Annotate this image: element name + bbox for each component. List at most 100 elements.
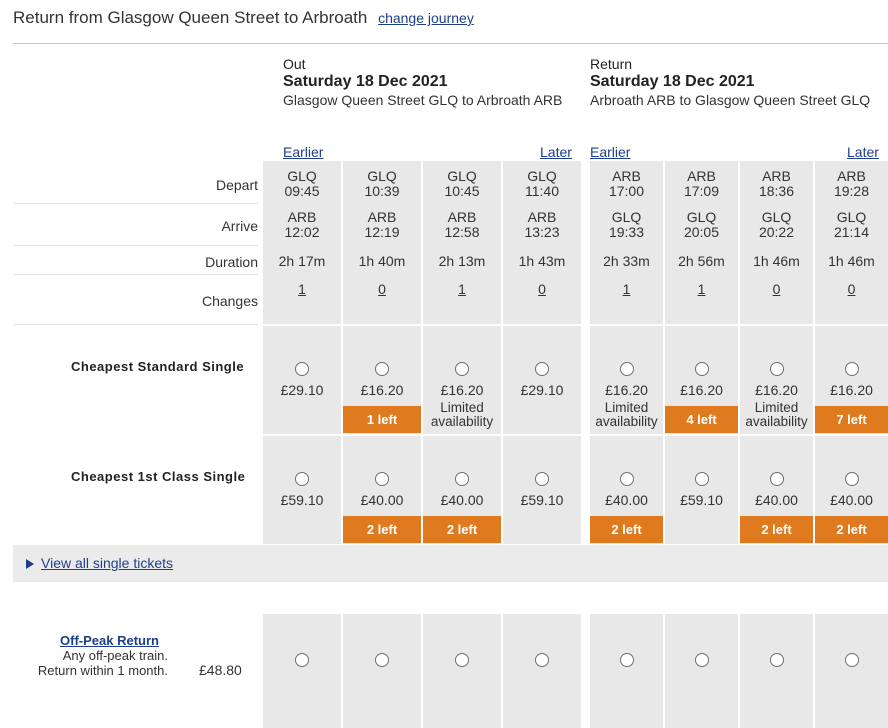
return-fare-cell bbox=[263, 614, 341, 728]
return-fare-radio[interactable] bbox=[694, 653, 709, 667]
out-earlier-link[interactable]: Earlier bbox=[283, 144, 323, 160]
depart-station: GLQ bbox=[287, 168, 317, 184]
standard-fare-radio[interactable] bbox=[535, 362, 549, 376]
header-divider bbox=[13, 43, 888, 44]
changes-link[interactable]: 0 bbox=[740, 282, 813, 297]
duration-value: 1h 40m bbox=[358, 253, 406, 269]
return-fare-name[interactable]: Off-Peak Return bbox=[60, 633, 159, 648]
changes-count[interactable]: 1 bbox=[623, 281, 631, 297]
changes-count[interactable]: 1 bbox=[698, 281, 706, 297]
first-fare-price: £40.00 bbox=[755, 492, 798, 508]
standard-fare-radio[interactable] bbox=[295, 362, 309, 376]
return-journey-header: Return Saturday 18 Dec 2021 Arbroath ARB… bbox=[590, 55, 870, 109]
return-fare-cell bbox=[590, 614, 663, 728]
return-date: Saturday 18 Dec 2021 bbox=[590, 73, 755, 90]
depart-time: 17:00 bbox=[608, 183, 645, 199]
duration-value: 2h 56m bbox=[678, 253, 725, 269]
standard-fare-price: £16.20 bbox=[605, 382, 648, 398]
arrive-time: 12:58 bbox=[444, 224, 480, 240]
first-fare-radio[interactable] bbox=[295, 472, 309, 486]
change-journey-link[interactable]: change journey bbox=[378, 10, 474, 26]
depart-station: ARB bbox=[837, 168, 866, 184]
first-fare-radio[interactable] bbox=[619, 472, 634, 486]
changes-link[interactable]: 1 bbox=[665, 282, 738, 297]
return-fare-radio[interactable] bbox=[375, 653, 389, 667]
changes-count[interactable]: 1 bbox=[458, 281, 466, 297]
standard-fare-price: £16.20 bbox=[830, 382, 873, 398]
first-fare-radio[interactable] bbox=[769, 472, 784, 486]
standard-fare-price: £16.20 bbox=[680, 382, 723, 398]
depart-station: ARB bbox=[687, 168, 716, 184]
changes-link[interactable]: 1 bbox=[423, 282, 501, 297]
arrive-station: ARB bbox=[367, 209, 397, 225]
standard-fare-radio[interactable] bbox=[455, 362, 469, 376]
fare-label-first: Cheapest 1st Class Single bbox=[71, 469, 246, 484]
standard-fare-price: £16.20 bbox=[755, 382, 798, 398]
return-fare-radio[interactable] bbox=[455, 653, 469, 667]
out-later-link[interactable]: Later bbox=[540, 144, 572, 160]
standard-fare-radio[interactable] bbox=[619, 362, 634, 376]
standard-fare-price: £16.20 bbox=[440, 382, 484, 398]
return-earlier-link[interactable]: Earlier bbox=[590, 144, 630, 160]
seats-left-badge: 4 left bbox=[665, 406, 738, 433]
standard-fare-cell bbox=[263, 326, 341, 434]
first-fare-radio[interactable] bbox=[535, 472, 549, 486]
return-fare-radio[interactable] bbox=[844, 653, 859, 667]
changes-count[interactable]: 0 bbox=[538, 281, 546, 297]
out-route: Glasgow Queen Street GLQ to Arbroath ARB bbox=[283, 92, 563, 108]
first-fare-radio[interactable] bbox=[694, 472, 709, 486]
view-all-link[interactable]: View all single tickets bbox=[41, 555, 173, 571]
return-fare-radio[interactable] bbox=[619, 653, 634, 667]
changes-link[interactable]: 0 bbox=[503, 282, 581, 297]
row-label-duration: Duration bbox=[205, 254, 258, 270]
changes-link[interactable]: 0 bbox=[343, 282, 421, 297]
arrive-time: 13:23 bbox=[524, 224, 560, 240]
return-fare-radio[interactable] bbox=[535, 653, 549, 667]
expand-triangle-icon[interactable] bbox=[26, 559, 34, 569]
standard-fare-radio[interactable] bbox=[375, 362, 389, 376]
seats-left-badge: 1 left bbox=[343, 406, 421, 433]
standard-fare-radio[interactable] bbox=[844, 362, 859, 376]
depart-station: GLQ bbox=[527, 168, 557, 184]
changes-link[interactable]: 0 bbox=[815, 282, 888, 297]
seats-left-badge: 2 left bbox=[343, 516, 421, 543]
fare-label-standard: Cheapest Standard Single bbox=[71, 359, 245, 374]
row-divider bbox=[13, 245, 258, 246]
return-fare-radio[interactable] bbox=[769, 653, 784, 667]
standard-fare-radio[interactable] bbox=[694, 362, 709, 376]
row-divider bbox=[13, 324, 258, 325]
depart-time: 09:45 bbox=[284, 183, 320, 199]
changes-count[interactable]: 0 bbox=[848, 281, 856, 297]
depart-time: 10:45 bbox=[444, 183, 480, 199]
seats-left-badge: 2 left bbox=[815, 516, 888, 543]
arrive-time: 20:22 bbox=[758, 224, 795, 240]
first-fare-price: £59.10 bbox=[280, 492, 324, 508]
return-fare-cell bbox=[343, 614, 421, 728]
return-route: Arbroath ARB to Glasgow Queen Street GLQ bbox=[590, 92, 871, 108]
return-fare-radio[interactable] bbox=[295, 653, 309, 667]
page-title: Return from Glasgow Queen Street to Arbr… bbox=[13, 8, 474, 28]
first-fare-radio[interactable] bbox=[844, 472, 859, 486]
row-label-changes: Changes bbox=[201, 293, 258, 309]
arrive-time: 20:05 bbox=[683, 224, 720, 240]
arrive-station: GLQ bbox=[611, 209, 642, 225]
first-fare-radio[interactable] bbox=[375, 472, 389, 486]
first-fare-price: £40.00 bbox=[830, 492, 873, 508]
changes-count[interactable]: 0 bbox=[378, 281, 386, 297]
return-fare-desc-2: Return within 1 month. bbox=[37, 663, 168, 678]
changes-count[interactable]: 0 bbox=[773, 281, 781, 297]
return-fare-price: £48.80 bbox=[199, 662, 242, 678]
changes-link[interactable]: 1 bbox=[263, 282, 341, 297]
first-fare-cell bbox=[263, 436, 341, 544]
return-fare-desc-1: Any off-peak train. bbox=[62, 648, 168, 663]
standard-fare-radio[interactable] bbox=[769, 362, 784, 376]
changes-link[interactable]: 1 bbox=[590, 282, 663, 297]
return-later-link[interactable]: Later bbox=[847, 144, 879, 160]
depart-time: 11:40 bbox=[525, 183, 559, 199]
row-label-arrive: Arrive bbox=[221, 218, 258, 234]
return-fare-cell bbox=[423, 614, 501, 728]
first-fare-radio[interactable] bbox=[455, 472, 469, 486]
view-all-bar[interactable]: View all single tickets bbox=[13, 545, 888, 582]
return-label: Return bbox=[590, 56, 633, 72]
changes-count[interactable]: 1 bbox=[298, 281, 306, 297]
